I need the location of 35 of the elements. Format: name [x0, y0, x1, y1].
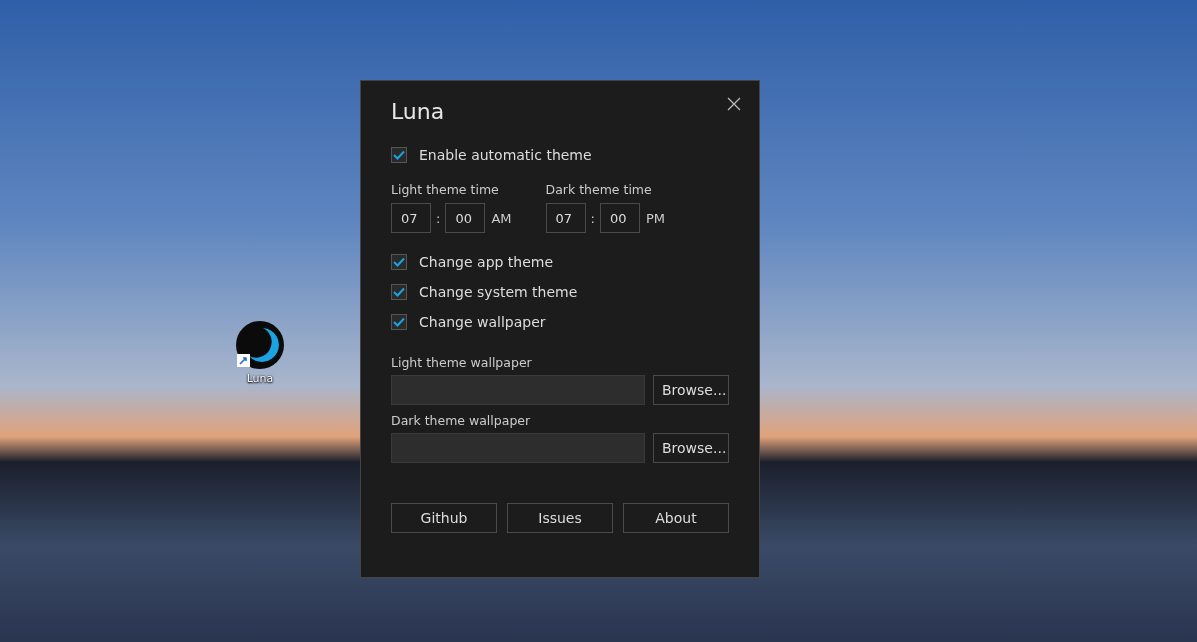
checkbox[interactable]	[391, 254, 407, 270]
footer-button[interactable]: Issues	[507, 503, 613, 533]
checkbox[interactable]	[391, 314, 407, 330]
wallpaper-label: Dark theme wallpaper	[391, 413, 532, 428]
checkbox-label: Change app theme	[419, 254, 554, 270]
wallpaper-label: Light theme wallpaper	[391, 355, 533, 370]
checkbox-label: Enable automatic theme	[419, 147, 592, 163]
desktop-icon-label: Luna	[246, 372, 274, 385]
checkbox[interactable]	[391, 284, 407, 300]
close-icon	[727, 97, 741, 111]
dialog-title: Luna	[391, 99, 446, 124]
checkbox-label: Change system theme	[419, 284, 578, 300]
path-field[interactable]	[391, 375, 645, 405]
time-label: Light theme time	[391, 182, 500, 197]
checkmark-icon	[393, 150, 405, 160]
time-label: Dark theme time	[545, 182, 653, 197]
time-separator: :	[590, 210, 595, 226]
browse-button[interactable]: Browse...	[653, 433, 729, 463]
minute-field[interactable]: 00	[445, 203, 486, 233]
browse-button[interactable]: Browse...	[653, 375, 729, 405]
time-separator: :	[436, 210, 441, 226]
footer-button[interactable]: About	[623, 503, 729, 533]
checkmark-icon	[393, 287, 405, 297]
path-field[interactable]	[391, 433, 645, 463]
hour-field[interactable]: 07	[545, 203, 586, 233]
period-label: AM	[491, 210, 512, 226]
checkbox[interactable]	[391, 147, 407, 163]
hour-field[interactable]: 07	[391, 203, 431, 233]
minute-field[interactable]: 00	[599, 203, 640, 233]
moon-app-icon[interactable]	[235, 320, 285, 370]
checkbox-label: Change wallpaper	[419, 314, 546, 330]
checkmark-icon	[393, 257, 405, 267]
period-label: PM	[645, 210, 665, 226]
footer-button[interactable]: Github	[391, 503, 497, 533]
checkmark-icon	[393, 317, 405, 327]
